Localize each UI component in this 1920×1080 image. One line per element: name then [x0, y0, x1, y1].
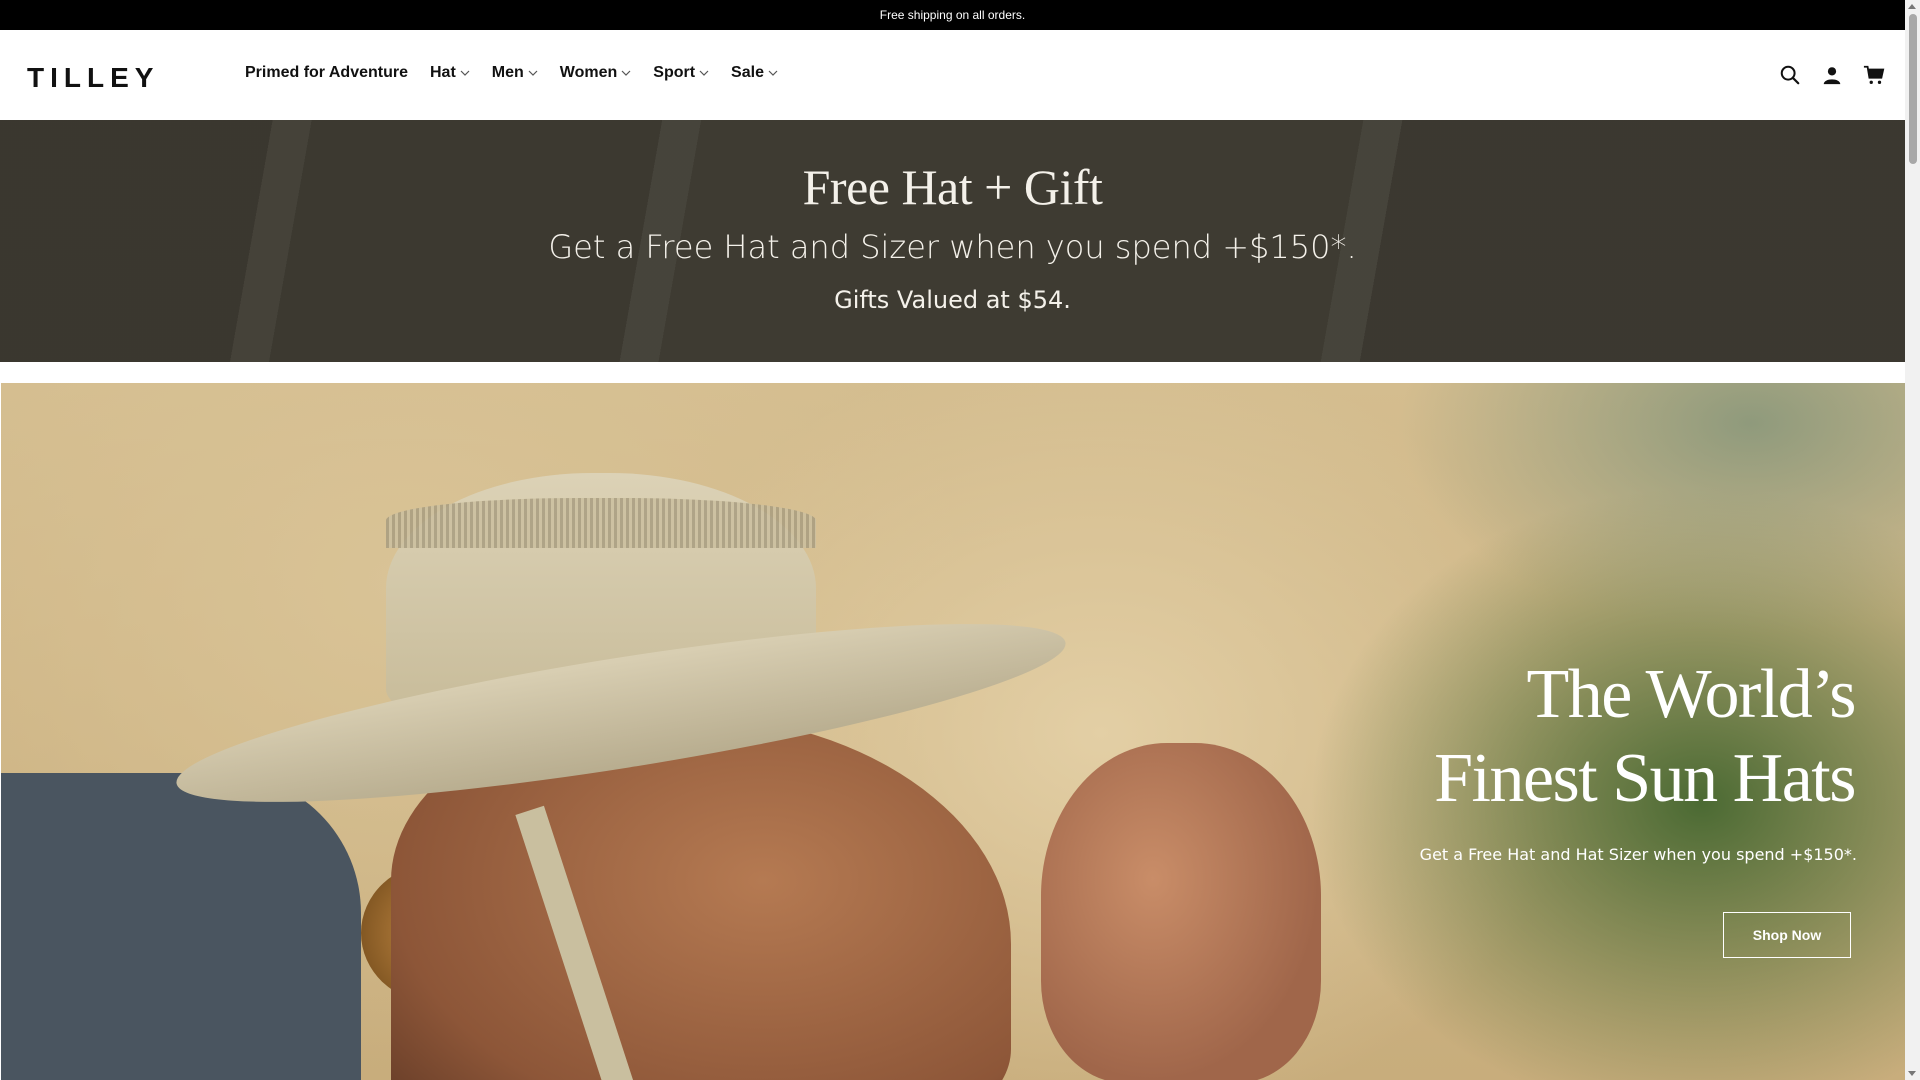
page-scrollbar[interactable]: [1905, 0, 1920, 1080]
nav-item-sport[interactable]: Sport: [653, 64, 709, 82]
chevron-down-icon: [460, 70, 470, 76]
nav-label: Sport: [653, 64, 696, 81]
announcement-bar: Free shipping on all orders.: [0, 0, 1905, 30]
hero-title-line2: Finest Sun Hats: [1434, 740, 1856, 817]
nav-label: Sale: [731, 64, 764, 81]
nav-item-hat[interactable]: Hat: [430, 64, 470, 82]
promo-note: Gifts Valued at $54.: [834, 286, 1071, 314]
hero-banner: The World’s Finest Sun Hats Get a Free H…: [1, 383, 1905, 1080]
chevron-down-icon: [528, 70, 538, 76]
cart-icon[interactable]: [1863, 64, 1885, 86]
hero-hand-image: [1041, 743, 1321, 1080]
announcement-text: Free shipping on all orders.: [879, 8, 1026, 22]
nav-item-men[interactable]: Men: [492, 64, 538, 82]
main-nav: Primed for Adventure Hat Men Women Sport…: [245, 64, 800, 82]
scroll-down-arrow-icon[interactable]: [1908, 1071, 1916, 1076]
scrollbar-thumb[interactable]: [1909, 14, 1917, 164]
hero-backpack-image: [1, 773, 361, 1080]
nav-label: Women: [559, 64, 618, 81]
nav-label: Hat: [430, 64, 456, 81]
logo[interactable]: TILLEY: [27, 62, 159, 94]
hero-title-line1: The World’s: [1526, 656, 1857, 733]
promo-subtitle: Get a Free Hat and Sizer when you spend …: [548, 228, 1357, 266]
nav-item-primed-for-adventure[interactable]: Primed for Adventure: [245, 64, 408, 82]
nav-label: Men: [491, 64, 524, 81]
hero-title: The World’s Finest Sun Hats: [1434, 653, 1857, 821]
search-icon[interactable]: [1779, 64, 1801, 86]
nav-item-sale[interactable]: Sale: [731, 64, 778, 82]
scroll-up-arrow-icon[interactable]: [1908, 4, 1916, 9]
account-icon[interactable]: [1821, 64, 1843, 86]
shop-now-button[interactable]: Shop Now: [1723, 912, 1851, 958]
chevron-down-icon: [699, 70, 709, 76]
hero-subtitle: Get a Free Hat and Hat Sizer when you sp…: [1419, 845, 1857, 864]
promo-banner[interactable]: Free Hat + Gift Get a Free Hat and Sizer…: [0, 120, 1905, 362]
nav-label: Primed for Adventure: [245, 64, 408, 81]
header-icons: [1779, 64, 1885, 86]
nav-item-women[interactable]: Women: [560, 64, 631, 82]
site-header: TILLEY Primed for Adventure Hat Men Wome…: [0, 30, 1905, 121]
hero-hat-mesh-image: [386, 498, 816, 548]
chevron-down-icon: [768, 70, 778, 76]
promo-title: Free Hat + Gift: [802, 159, 1103, 215]
chevron-down-icon: [621, 70, 631, 76]
